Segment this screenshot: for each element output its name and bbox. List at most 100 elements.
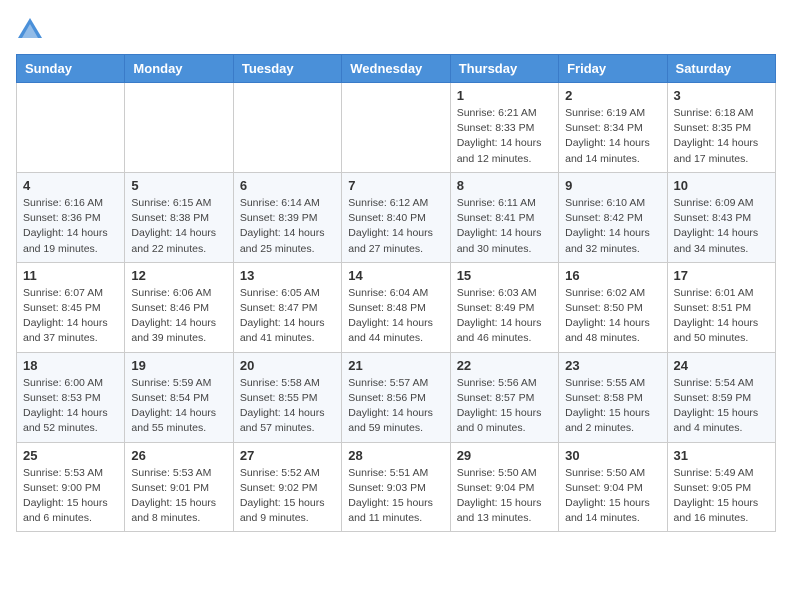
calendar-header-row: SundayMondayTuesdayWednesdayThursdayFrid… <box>17 55 776 83</box>
day-number: 9 <box>565 178 660 193</box>
calendar-cell: 4Sunrise: 6:16 AM Sunset: 8:36 PM Daylig… <box>17 172 125 262</box>
calendar-cell: 28 Sunrise: 5:51 AM Sunset: 9:03 PM Dayli… <box>342 442 450 532</box>
day-info: Sunrise: 5:53 AM Sunset: 9:01 PM Dayligh… <box>131 466 226 527</box>
calendar-cell: 13 Sunrise: 6:05 AM Sunset: 8:47 PM Dayli… <box>233 262 341 352</box>
calendar-cell <box>17 83 125 173</box>
calendar-cell: 7 Sunrise: 6:12 AM Sunset: 8:40 PM Daylig… <box>342 172 450 262</box>
day-number: 31 <box>674 448 769 463</box>
day-number: 11 <box>23 268 118 283</box>
calendar-cell: 22 Sunrise: 5:56 AM Sunset: 8:57 PM Dayli… <box>450 352 558 442</box>
calendar-week-row: 4Sunrise: 6:16 AM Sunset: 8:36 PM Daylig… <box>17 172 776 262</box>
column-header-tuesday: Tuesday <box>233 55 341 83</box>
day-number: 10 <box>674 178 769 193</box>
day-info: Sunrise: 5:50 AM Sunset: 9:04 PM Dayligh… <box>457 466 552 527</box>
day-number: 28 <box>348 448 443 463</box>
day-number: 1 <box>457 88 552 103</box>
calendar-cell: 9 Sunrise: 6:10 AM Sunset: 8:42 PM Daylig… <box>559 172 667 262</box>
day-number: 20 <box>240 358 335 373</box>
day-number: 8 <box>457 178 552 193</box>
day-info: Sunrise: 6:11 AM Sunset: 8:41 PM Dayligh… <box>457 196 552 257</box>
calendar-cell <box>233 83 341 173</box>
day-number: 26 <box>131 448 226 463</box>
calendar-week-row: 1Sunrise: 6:21 AM Sunset: 8:33 PM Daylig… <box>17 83 776 173</box>
day-number: 13 <box>240 268 335 283</box>
calendar-cell: 15 Sunrise: 6:03 AM Sunset: 8:49 PM Dayli… <box>450 262 558 352</box>
day-number: 7 <box>348 178 443 193</box>
calendar-table: SundayMondayTuesdayWednesdayThursdayFrid… <box>16 54 776 532</box>
calendar-cell: 16Sunrise: 6:02 AM Sunset: 8:50 PM Dayli… <box>559 262 667 352</box>
day-info: Sunrise: 6:10 AM Sunset: 8:42 PM Dayligh… <box>565 196 660 257</box>
day-number: 15 <box>457 268 552 283</box>
calendar-cell: 27 Sunrise: 5:52 AM Sunset: 9:02 PM Dayli… <box>233 442 341 532</box>
calendar-cell: 17 Sunrise: 6:01 AM Sunset: 8:51 PM Dayli… <box>667 262 775 352</box>
calendar-cell: 25Sunrise: 5:53 AM Sunset: 9:00 PM Dayli… <box>17 442 125 532</box>
calendar-cell: 24 Sunrise: 5:54 AM Sunset: 8:59 PM Dayli… <box>667 352 775 442</box>
day-number: 5 <box>131 178 226 193</box>
calendar-cell: 11 Sunrise: 6:07 AM Sunset: 8:45 PM Dayli… <box>17 262 125 352</box>
day-info: Sunrise: 6:05 AM Sunset: 8:47 PM Dayligh… <box>240 286 335 347</box>
day-info: Sunrise: 6:12 AM Sunset: 8:40 PM Dayligh… <box>348 196 443 257</box>
calendar-cell: 18 Sunrise: 6:00 AM Sunset: 8:53 PM Dayli… <box>17 352 125 442</box>
day-number: 24 <box>674 358 769 373</box>
calendar-cell: 23 Sunrise: 5:55 AM Sunset: 8:58 PM Dayli… <box>559 352 667 442</box>
calendar-cell: 21 Sunrise: 5:57 AM Sunset: 8:56 PM Dayli… <box>342 352 450 442</box>
day-info: Sunrise: 6:19 AM Sunset: 8:34 PM Dayligh… <box>565 106 660 167</box>
calendar-cell <box>342 83 450 173</box>
day-info: Sunrise: 5:51 AM Sunset: 9:03 PM Dayligh… <box>348 466 443 527</box>
day-number: 6 <box>240 178 335 193</box>
calendar-cell: 3Sunrise: 6:18 AM Sunset: 8:35 PM Daylig… <box>667 83 775 173</box>
day-number: 3 <box>674 88 769 103</box>
calendar-week-row: 11 Sunrise: 6:07 AM Sunset: 8:45 PM Dayli… <box>17 262 776 352</box>
calendar-cell: 6 Sunrise: 6:14 AM Sunset: 8:39 PM Daylig… <box>233 172 341 262</box>
day-info: Sunrise: 5:57 AM Sunset: 8:56 PM Dayligh… <box>348 376 443 437</box>
day-number: 30 <box>565 448 660 463</box>
day-number: 19 <box>131 358 226 373</box>
day-info: Sunrise: 5:54 AM Sunset: 8:59 PM Dayligh… <box>674 376 769 437</box>
calendar-cell: 1Sunrise: 6:21 AM Sunset: 8:33 PM Daylig… <box>450 83 558 173</box>
day-number: 21 <box>348 358 443 373</box>
day-number: 12 <box>131 268 226 283</box>
day-number: 25 <box>23 448 118 463</box>
calendar-cell: 12 Sunrise: 6:06 AM Sunset: 8:46 PM Dayli… <box>125 262 233 352</box>
column-header-friday: Friday <box>559 55 667 83</box>
logo-icon <box>16 16 44 44</box>
day-info: Sunrise: 5:59 AM Sunset: 8:54 PM Dayligh… <box>131 376 226 437</box>
day-number: 14 <box>348 268 443 283</box>
day-number: 22 <box>457 358 552 373</box>
day-number: 23 <box>565 358 660 373</box>
calendar-week-row: 25Sunrise: 5:53 AM Sunset: 9:00 PM Dayli… <box>17 442 776 532</box>
day-info: Sunrise: 6:06 AM Sunset: 8:46 PM Dayligh… <box>131 286 226 347</box>
day-info: Sunrise: 6:00 AM Sunset: 8:53 PM Dayligh… <box>23 376 118 437</box>
day-info: Sunrise: 5:55 AM Sunset: 8:58 PM Dayligh… <box>565 376 660 437</box>
day-info: Sunrise: 5:50 AM Sunset: 9:04 PM Dayligh… <box>565 466 660 527</box>
day-info: Sunrise: 5:58 AM Sunset: 8:55 PM Dayligh… <box>240 376 335 437</box>
day-number: 18 <box>23 358 118 373</box>
day-info: Sunrise: 6:04 AM Sunset: 8:48 PM Dayligh… <box>348 286 443 347</box>
calendar-cell: 30 Sunrise: 5:50 AM Sunset: 9:04 PM Dayli… <box>559 442 667 532</box>
column-header-thursday: Thursday <box>450 55 558 83</box>
calendar-week-row: 18 Sunrise: 6:00 AM Sunset: 8:53 PM Dayli… <box>17 352 776 442</box>
page-header <box>16 16 776 44</box>
day-info: Sunrise: 5:56 AM Sunset: 8:57 PM Dayligh… <box>457 376 552 437</box>
calendar-cell: 14 Sunrise: 6:04 AM Sunset: 8:48 PM Dayli… <box>342 262 450 352</box>
day-info: Sunrise: 6:14 AM Sunset: 8:39 PM Dayligh… <box>240 196 335 257</box>
day-info: Sunrise: 5:52 AM Sunset: 9:02 PM Dayligh… <box>240 466 335 527</box>
day-info: Sunrise: 5:49 AM Sunset: 9:05 PM Dayligh… <box>674 466 769 527</box>
calendar-cell <box>125 83 233 173</box>
calendar-cell: 29 Sunrise: 5:50 AM Sunset: 9:04 PM Dayli… <box>450 442 558 532</box>
day-number: 17 <box>674 268 769 283</box>
day-number: 29 <box>457 448 552 463</box>
day-number: 27 <box>240 448 335 463</box>
column-header-saturday: Saturday <box>667 55 775 83</box>
column-header-sunday: Sunday <box>17 55 125 83</box>
calendar-cell: 26 Sunrise: 5:53 AM Sunset: 9:01 PM Dayli… <box>125 442 233 532</box>
calendar-cell: 2Sunrise: 6:19 AM Sunset: 8:34 PM Daylig… <box>559 83 667 173</box>
day-info: Sunrise: 6:09 AM Sunset: 8:43 PM Dayligh… <box>674 196 769 257</box>
calendar-cell: 31 Sunrise: 5:49 AM Sunset: 9:05 PM Dayli… <box>667 442 775 532</box>
calendar-cell: 20 Sunrise: 5:58 AM Sunset: 8:55 PM Dayli… <box>233 352 341 442</box>
day-info: Sunrise: 6:01 AM Sunset: 8:51 PM Dayligh… <box>674 286 769 347</box>
column-header-monday: Monday <box>125 55 233 83</box>
day-info: Sunrise: 6:07 AM Sunset: 8:45 PM Dayligh… <box>23 286 118 347</box>
day-info: Sunrise: 6:03 AM Sunset: 8:49 PM Dayligh… <box>457 286 552 347</box>
day-info: Sunrise: 6:15 AM Sunset: 8:38 PM Dayligh… <box>131 196 226 257</box>
